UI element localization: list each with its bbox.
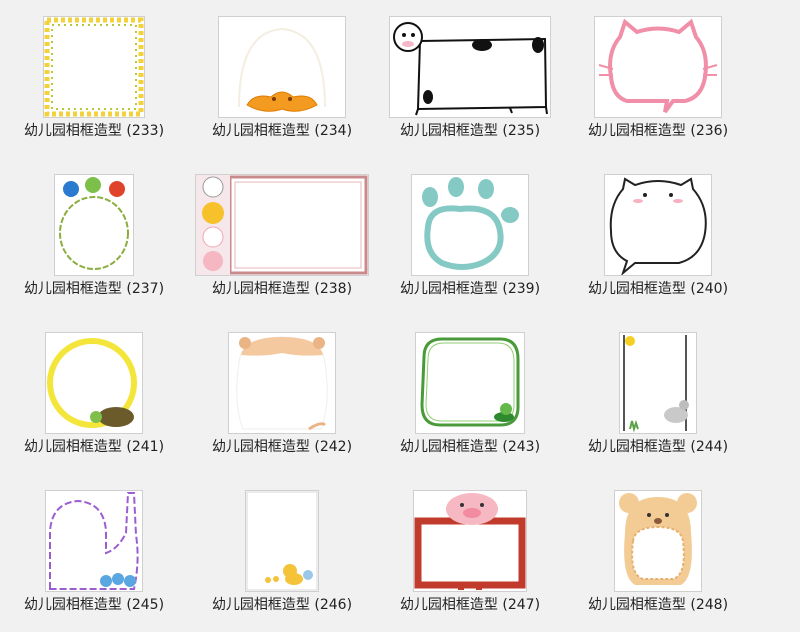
- paw-frame-icon: [411, 174, 529, 276]
- file-label[interactable]: 幼儿园相框造型 (234): [188, 120, 376, 140]
- animals-pink-frame-icon: [195, 174, 369, 276]
- paw-frame-thumbnail[interactable]: [376, 166, 564, 284]
- file-label[interactable]: 幼儿园相框造型 (241): [0, 436, 188, 456]
- lemon-border-frame-icon: [43, 16, 145, 118]
- frog-green-frame-thumbnail[interactable]: [376, 324, 564, 442]
- file-item[interactable]: 幼儿园相框造型 (242): [188, 316, 376, 474]
- white-cat-frame-thumbnail[interactable]: [564, 166, 752, 284]
- file-label[interactable]: 幼儿园相框造型 (240): [564, 278, 752, 298]
- file-label[interactable]: 幼儿园相框造型 (245): [0, 594, 188, 614]
- bear-frame-icon: [614, 490, 702, 592]
- purple-bunny-frame-thumbnail[interactable]: [0, 482, 188, 600]
- duck-frame-thumbnail[interactable]: [188, 8, 376, 126]
- birds-vine-frame-thumbnail[interactable]: [0, 166, 188, 284]
- hamster-frame-icon: [228, 332, 336, 434]
- file-item[interactable]: 幼儿园相框造型 (241): [0, 316, 188, 474]
- file-item[interactable]: 幼儿园相框造型 (236): [564, 0, 752, 158]
- animals-pink-frame-thumbnail[interactable]: [188, 166, 376, 284]
- file-label[interactable]: 幼儿园相框造型 (238): [188, 278, 376, 298]
- file-label[interactable]: 幼儿园相框造型 (247): [376, 594, 564, 614]
- frog-green-frame-icon: [415, 332, 525, 434]
- cow-frame-icon: [389, 16, 551, 118]
- cow-frame-thumbnail[interactable]: [376, 8, 564, 126]
- birds-vine-frame-icon: [54, 174, 134, 276]
- file-label[interactable]: 幼儿园相框造型 (243): [376, 436, 564, 456]
- file-item[interactable]: 幼儿园相框造型 (233): [0, 0, 188, 158]
- pink-cat-frame-icon: [594, 16, 722, 118]
- file-grid: 幼儿园相框造型 (233) 幼儿园相框造型 (234) 幼儿园相框造型 (235…: [0, 0, 800, 632]
- file-label[interactable]: 幼儿园相框造型 (236): [564, 120, 752, 140]
- file-item[interactable]: 幼儿园相框造型 (238): [188, 158, 376, 316]
- goat-sun-frame-thumbnail[interactable]: [564, 324, 752, 442]
- file-item[interactable]: 幼儿园相框造型 (245): [0, 474, 188, 632]
- turtle-yellow-circle-frame-thumbnail[interactable]: [0, 324, 188, 442]
- white-cat-frame-icon: [604, 174, 712, 276]
- turtle-yellow-circle-frame-icon: [45, 332, 143, 434]
- file-item[interactable]: 幼儿园相框造型 (244): [564, 316, 752, 474]
- bear-frame-thumbnail[interactable]: [564, 482, 752, 600]
- file-item[interactable]: 幼儿园相框造型 (235): [376, 0, 564, 158]
- file-label[interactable]: 幼儿园相框造型 (242): [188, 436, 376, 456]
- file-label[interactable]: 幼儿园相框造型 (244): [564, 436, 752, 456]
- pig-red-board-frame-icon: [413, 490, 527, 592]
- file-label[interactable]: 幼儿园相框造型 (239): [376, 278, 564, 298]
- ducklings-frame-thumbnail[interactable]: [188, 482, 376, 600]
- file-item[interactable]: 幼儿园相框造型 (237): [0, 158, 188, 316]
- hamster-frame-thumbnail[interactable]: [188, 324, 376, 442]
- file-item[interactable]: 幼儿园相框造型 (240): [564, 158, 752, 316]
- file-item[interactable]: 幼儿园相框造型 (247): [376, 474, 564, 632]
- pig-red-board-frame-thumbnail[interactable]: [376, 482, 564, 600]
- file-item[interactable]: 幼儿园相框造型 (234): [188, 0, 376, 158]
- file-label[interactable]: 幼儿园相框造型 (235): [376, 120, 564, 140]
- file-label[interactable]: 幼儿园相框造型 (248): [564, 594, 752, 614]
- file-label[interactable]: 幼儿园相框造型 (237): [0, 278, 188, 298]
- duck-frame-icon: [218, 16, 346, 118]
- file-label[interactable]: 幼儿园相框造型 (246): [188, 594, 376, 614]
- ducklings-frame-icon: [245, 490, 319, 592]
- file-item[interactable]: 幼儿园相框造型 (248): [564, 474, 752, 632]
- file-item[interactable]: 幼儿园相框造型 (246): [188, 474, 376, 632]
- file-item[interactable]: 幼儿园相框造型 (243): [376, 316, 564, 474]
- file-item[interactable]: 幼儿园相框造型 (239): [376, 158, 564, 316]
- goat-sun-frame-icon: [619, 332, 697, 434]
- file-label[interactable]: 幼儿园相框造型 (233): [0, 120, 188, 140]
- lemon-border-frame-thumbnail[interactable]: [0, 8, 188, 126]
- purple-bunny-frame-icon: [45, 490, 143, 592]
- pink-cat-frame-thumbnail[interactable]: [564, 8, 752, 126]
